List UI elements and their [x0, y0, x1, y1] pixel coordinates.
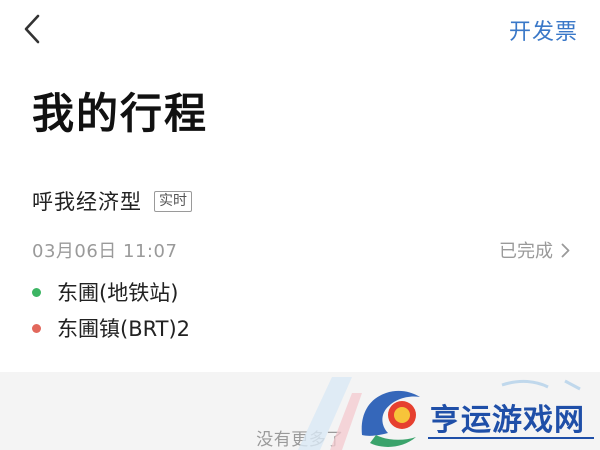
- trip-type-label: 呼我经济型: [32, 190, 142, 214]
- back-button[interactable]: [18, 12, 46, 46]
- trip-card[interactable]: 呼我经济型 实时 03月06日 11:07 已完成 东圃(地铁站) 东圃镇(BR…: [0, 175, 600, 370]
- trip-status[interactable]: 已完成: [499, 237, 570, 263]
- origin-dot-icon: [32, 287, 41, 297]
- trip-history-screen: 开发票 我的行程 呼我经济型 实时 03月06日 11:07 已完成 东圃(地铁…: [0, 0, 600, 450]
- page-title: 我的行程: [32, 89, 209, 138]
- trip-status-label: 已完成: [499, 241, 553, 262]
- no-more-text: 没有更多了: [256, 430, 344, 450]
- destination-dot-icon: [32, 323, 41, 333]
- trip-type-row: 呼我经济型 实时: [32, 186, 192, 216]
- realtime-badge: 实时: [154, 190, 192, 212]
- chevron-left-icon: [24, 14, 40, 44]
- trip-datetime: 03月06日 11:07: [32, 241, 178, 262]
- origin-stop: 东圃(地铁站): [32, 277, 178, 307]
- origin-name: 东圃(地铁站): [57, 281, 179, 305]
- invoice-button[interactable]: 开发票: [509, 14, 578, 46]
- destination-stop: 东圃镇(BRT)2: [32, 313, 190, 343]
- list-footer: 没有更多了: [0, 372, 600, 450]
- destination-name: 东圃镇(BRT)2: [57, 317, 191, 341]
- chevron-right-icon: [561, 243, 570, 257]
